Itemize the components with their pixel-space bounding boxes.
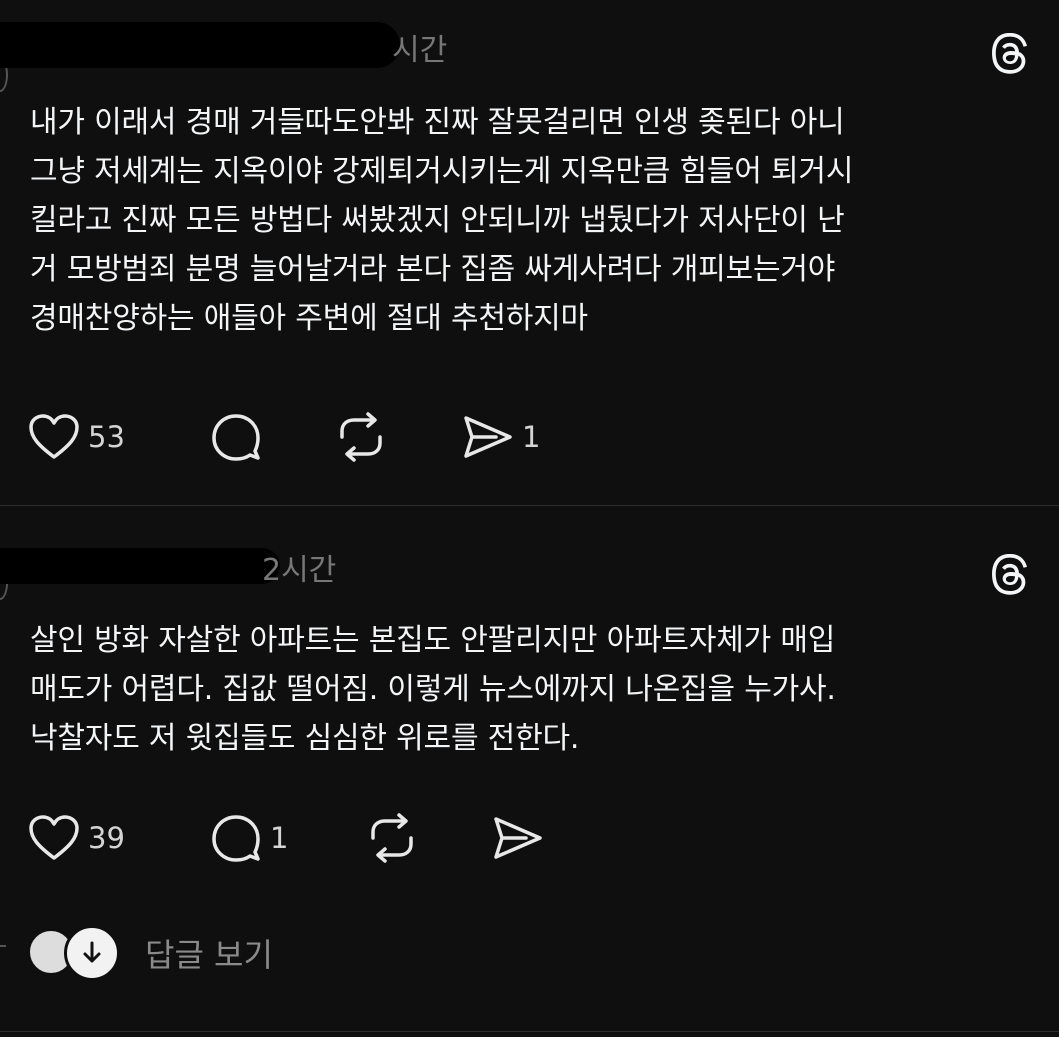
like-button[interactable]: 53 bbox=[28, 407, 125, 467]
post-body-line: 살인 방화 자살한 아파트는 본집도 안팔리지만 아파트자체가 매입 bbox=[30, 623, 836, 658]
redacted-username bbox=[0, 548, 280, 584]
like-count: 53 bbox=[88, 420, 125, 454]
thread-post: 시간 내가 이래서 경매 거들따도안봐 진짜 잘못걸리면 인생 좆된다 아니 그… bbox=[0, 0, 1059, 505]
repost-button[interactable] bbox=[334, 407, 396, 467]
thread-line bbox=[0, 945, 6, 947]
view-replies-button[interactable]: 답글 보기 bbox=[0, 925, 400, 981]
comment-count: 1 bbox=[270, 821, 289, 855]
comment-button[interactable] bbox=[210, 407, 270, 467]
post-body-line: 매도가 어렵다. 집값 떨어짐. 이렇게 뉴스에까지 나온집을 누가사. bbox=[30, 672, 836, 707]
comment-icon bbox=[212, 815, 260, 862]
share-button[interactable]: 1 bbox=[462, 407, 540, 467]
repost-icon bbox=[371, 813, 413, 863]
post-timestamp: 시간 bbox=[392, 33, 448, 68]
post-body: 살인 방화 자살한 아파트는 본집도 안팔리지만 아파트자체가 매입 매도가 어… bbox=[30, 616, 1040, 763]
post-body-line: 낙찰자도 저 윗집들도 심심한 위로를 전한다. bbox=[30, 721, 580, 756]
post-body-line: 거 모방범죄 분명 늘어날거라 본다 집좀 싸게사려다 개피보는거야 bbox=[30, 252, 836, 287]
post-body-line: 킬라고 진짜 모든 방법다 써봤겠지 안되니까 냅뒀다가 저사단이 난 bbox=[30, 203, 845, 238]
post-timestamp: 2시간 bbox=[262, 553, 337, 588]
send-icon bbox=[464, 416, 512, 458]
like-count: 39 bbox=[88, 821, 125, 855]
heart-icon bbox=[29, 414, 79, 459]
threads-icon[interactable] bbox=[988, 33, 1034, 79]
share-button[interactable] bbox=[492, 808, 552, 868]
heart-icon bbox=[29, 815, 79, 860]
comment-button[interactable]: 1 bbox=[210, 808, 288, 868]
view-replies-label: 답글 보기 bbox=[145, 936, 273, 974]
send-icon bbox=[494, 817, 542, 859]
threads-icon[interactable] bbox=[988, 554, 1034, 600]
repost-button[interactable] bbox=[365, 808, 427, 868]
post-body: 내가 이래서 경매 거들따도안봐 진짜 잘못걸리면 인생 좆된다 아니 그냥 저… bbox=[30, 98, 1040, 343]
repost-icon bbox=[340, 412, 382, 462]
like-button[interactable]: 39 bbox=[28, 808, 125, 868]
arrow-down-icon bbox=[64, 925, 120, 981]
post-actions: 53 1 bbox=[0, 407, 700, 467]
share-count: 1 bbox=[522, 420, 541, 454]
post-body-line: 경매찬양하는 애들아 주변에 절대 추천하지마 bbox=[30, 301, 588, 336]
divider bbox=[0, 1031, 1059, 1032]
post-body-line: 그냥 저세계는 지옥이야 강제퇴거시키는게 지옥만큼 힘들어 퇴거시 bbox=[30, 154, 854, 189]
post-body-line: 내가 이래서 경매 거들따도안봐 진짜 잘못걸리면 인생 좆된다 아니 bbox=[30, 105, 845, 140]
post-actions: 39 1 bbox=[0, 808, 700, 868]
comment-icon bbox=[212, 414, 260, 461]
redacted-username bbox=[0, 22, 400, 68]
